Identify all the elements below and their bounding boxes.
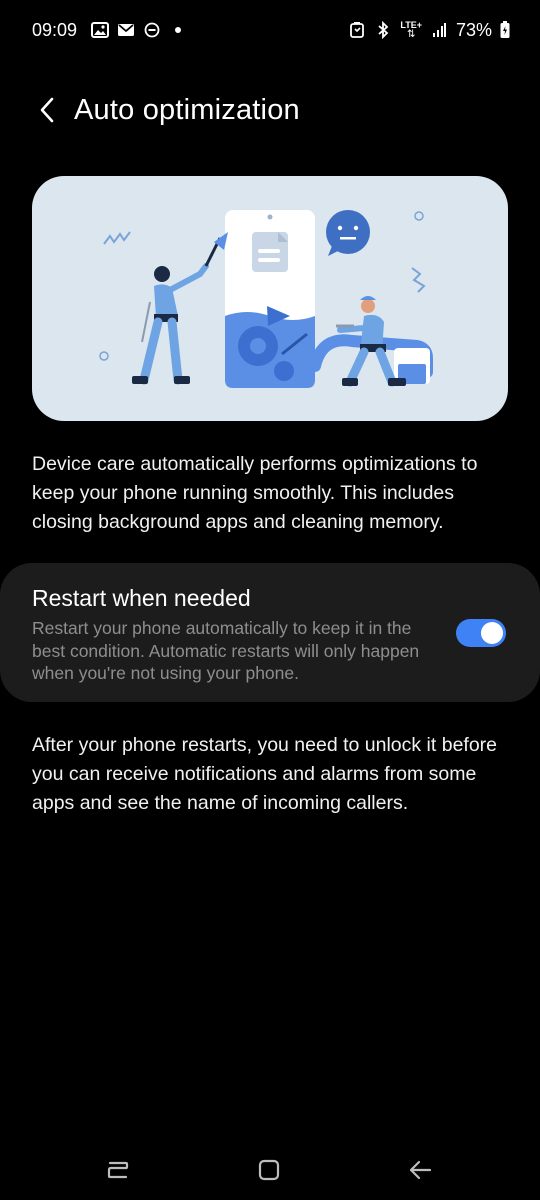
page-title: Auto optimization [74, 93, 300, 126]
back-chevron-icon [40, 97, 54, 123]
lte-icon: LTE+ ⇅ [400, 21, 422, 40]
clock: 09:09 [32, 19, 78, 40]
nav-back-button[interactable] [400, 1150, 440, 1190]
restart-setting-card[interactable]: Restart when needed Restart your phone a… [0, 563, 540, 702]
header: Auto optimization [0, 80, 540, 140]
status-bar-right: LTE+ ⇅ 73% [348, 20, 510, 41]
battery-percent: 73% [455, 19, 492, 40]
home-button[interactable] [249, 1150, 289, 1190]
signal-icon [430, 21, 448, 39]
lte-arrows: ⇅ [406, 29, 416, 40]
toggle-knob [481, 622, 503, 644]
back-button[interactable] [18, 80, 78, 140]
gallery-icon [91, 21, 110, 39]
restart-setting-title: Restart when needed [32, 585, 251, 611]
status-bar: 09:09 LTE+ ⇅ 73% [0, 0, 540, 60]
battery-icon [500, 21, 510, 39]
home-icon [258, 1159, 280, 1181]
status-bar-left: 09:09 [32, 20, 187, 41]
back-icon [409, 1160, 432, 1180]
recents-icon [107, 1161, 129, 1179]
description-text: Device care automatically performs optim… [32, 453, 478, 533]
recents-button[interactable] [98, 1150, 138, 1190]
restart-toggle[interactable] [456, 619, 506, 647]
restart-note-text: After your phone restarts, you need to u… [32, 734, 498, 814]
restart-setting-subtitle: Restart your phone automatically to keep… [32, 618, 420, 683]
navigation-bar [0, 1140, 540, 1200]
maintenance-illustration [99, 210, 433, 388]
mail-icon [117, 21, 135, 39]
bluetooth-icon [374, 21, 392, 39]
alarm-icon [348, 21, 366, 39]
dnd-icon [143, 21, 161, 39]
dot-icon [169, 21, 187, 39]
illustration [32, 176, 508, 421]
